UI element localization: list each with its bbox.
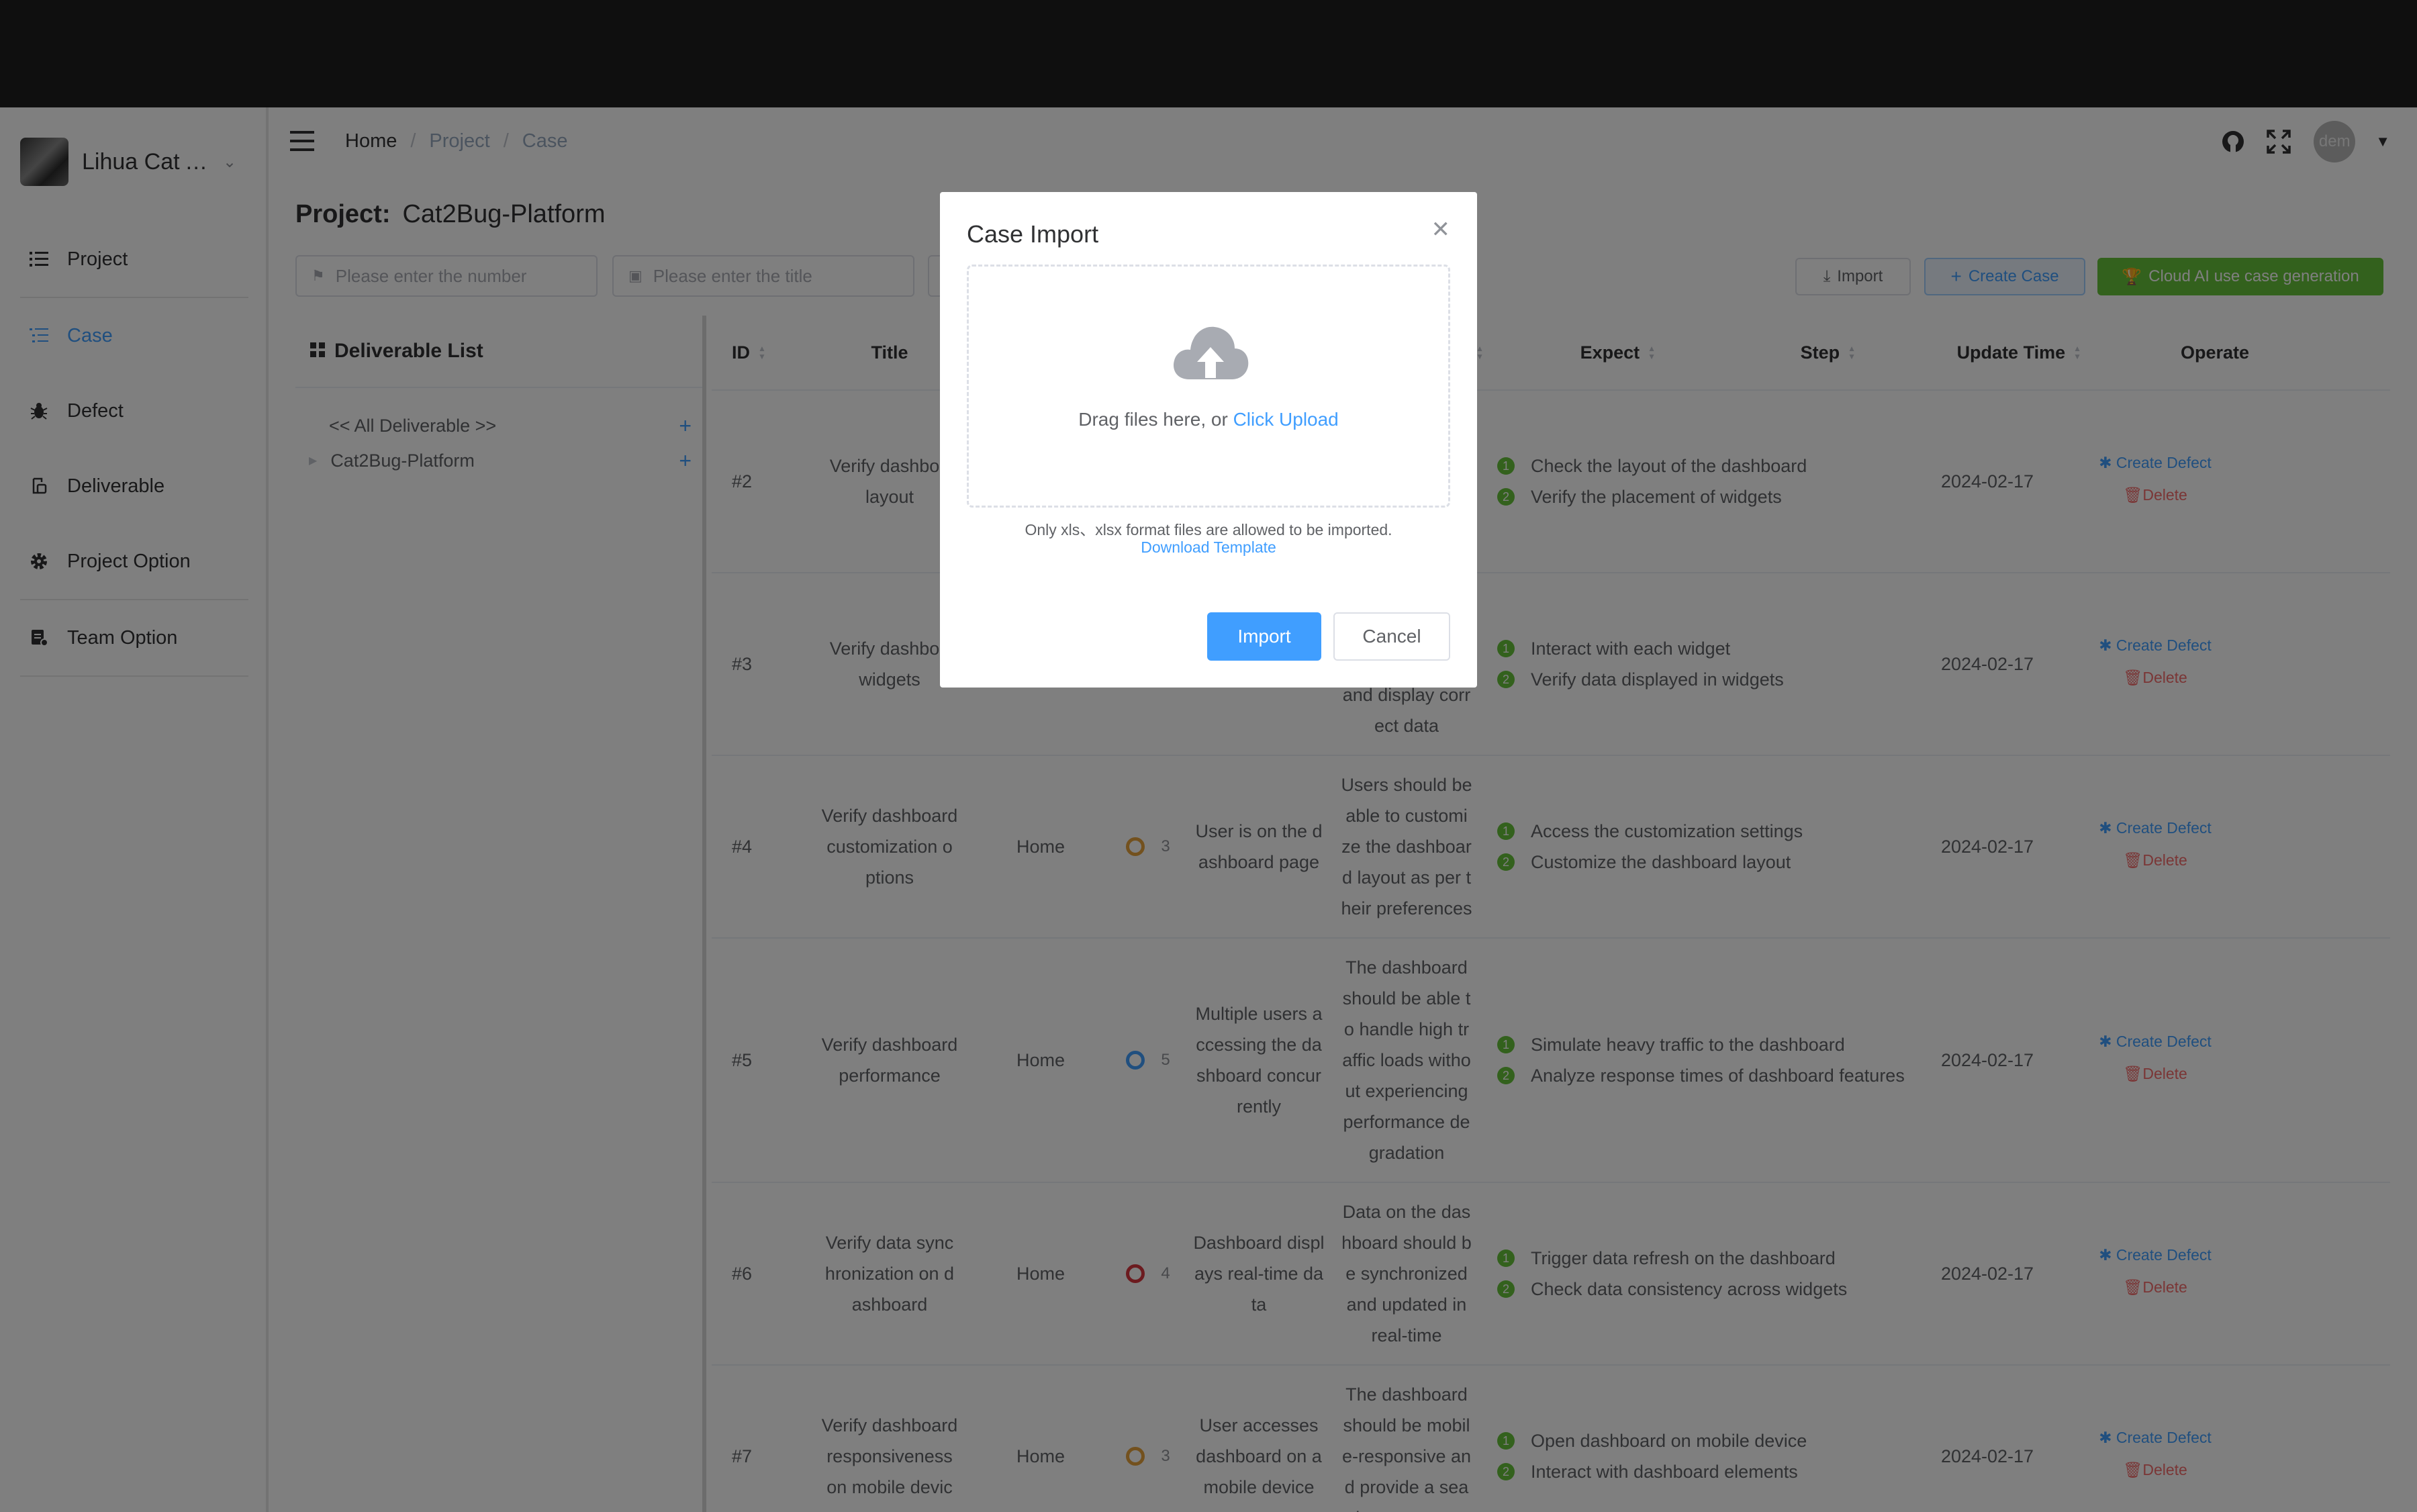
upload-dropzone[interactable]: Drag files here, or Click Upload bbox=[967, 265, 1450, 508]
close-icon[interactable]: ✕ bbox=[1431, 216, 1451, 243]
upload-cloud-icon bbox=[1173, 326, 1249, 379]
cancel-button[interactable]: Cancel bbox=[1333, 612, 1450, 661]
click-upload-link[interactable]: Click Upload bbox=[1233, 409, 1339, 430]
case-import-dialog: Case Import ✕ Drag files here, or Click … bbox=[940, 192, 1477, 688]
format-tip: Only xls、xlsx format files are allowed t… bbox=[1025, 521, 1392, 538]
download-template-link[interactable]: Download Template bbox=[940, 538, 1477, 557]
dialog-title: Case Import bbox=[967, 220, 1099, 248]
import-confirm-button[interactable]: Import bbox=[1207, 612, 1321, 661]
dropzone-text: Drag files here, or Click Upload bbox=[1078, 409, 1339, 430]
